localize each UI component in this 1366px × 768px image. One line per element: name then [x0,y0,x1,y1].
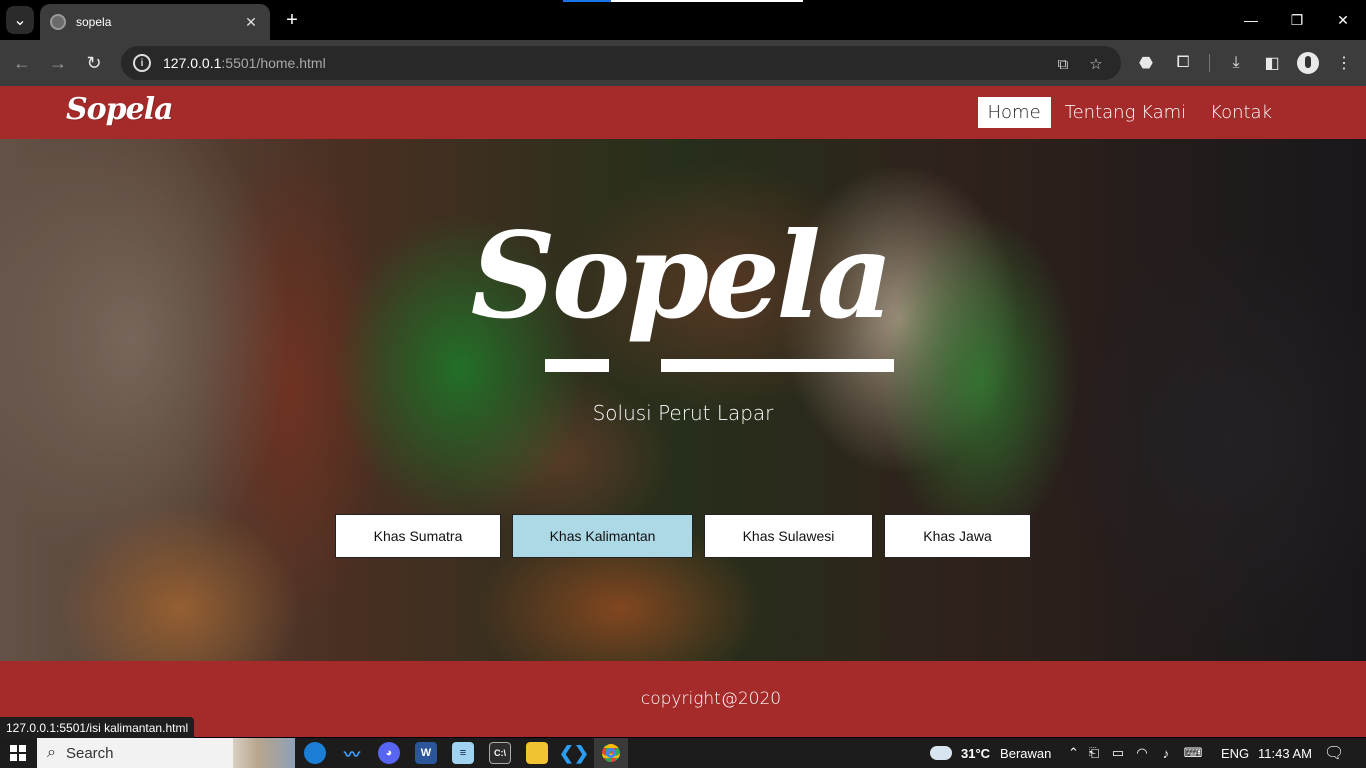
chrome-icon [602,744,620,762]
reload-button[interactable]: ↻ [82,51,106,75]
browser-toolbar: ← → ↻ i 127.0.0.1:5501/home.html ⧉ ☆ ⬣ ⧠… [0,40,1366,86]
minimize-button[interactable]: — [1239,8,1263,32]
translate-icon[interactable]: ⧉ [1053,54,1073,74]
nav-tentang-kami[interactable]: Tentang Kami [1055,97,1197,128]
vscode-icon[interactable]: ❮❯ [559,742,589,764]
nav-home[interactable]: Home [977,97,1051,128]
copyright-text: copyright@2020 [640,689,782,709]
back-button[interactable]: ← [10,51,34,75]
clock[interactable]: 11:43 AM [1258,738,1312,768]
chevron-up-icon[interactable]: ⌃ [1068,745,1082,761]
edge-icon[interactable] [304,742,326,764]
toolbar-separator [1209,54,1210,72]
url-text: 127.0.0.1:5501/home.html [163,55,326,71]
web-page: Sopela Home Tentang Kami Kontak Sopela S… [0,86,1366,737]
forward-button[interactable]: → [46,51,70,75]
browser-tab-strip: ⌄ sopela ✕ + — ❐ ✕ [0,0,1366,40]
address-bar[interactable]: i 127.0.0.1:5501/home.html ⧉ ☆ [121,46,1121,80]
file-explorer-icon[interactable] [526,742,548,764]
volume-icon[interactable]: ♪ [1154,746,1178,761]
weather-widget[interactable]: 31°C Berawan [926,738,1052,768]
language-indicator[interactable]: ENG [1221,738,1249,768]
side-panel-icon[interactable]: ◧ [1261,52,1283,74]
hero-underline-left [545,359,609,372]
battery-icon[interactable]: ▭ [1106,745,1130,761]
keyboard-icon[interactable]: ⌨ [1178,745,1208,761]
nav-kontak[interactable]: Kontak [1200,97,1282,128]
region-button-sumatra[interactable]: Khas Sumatra [335,514,501,558]
bookmark-star-icon[interactable]: ☆ [1086,54,1106,74]
tab-title: sopela [76,15,112,29]
cloudy-weather-icon [926,740,952,760]
site-header: Sopela Home Tentang Kami Kontak [0,86,1366,139]
discord-icon[interactable]: ◕ [378,742,400,764]
site-info-icon[interactable]: i [133,54,151,72]
notifications-icon[interactable]: 🗨 [1324,738,1344,768]
browser-tab[interactable]: sopela ✕ [40,4,270,40]
extension-puzzle-icon-1[interactable]: ⬣ [1135,52,1157,74]
menu-kebab-icon[interactable]: ⋮ [1333,52,1355,74]
close-window-button[interactable]: ✕ [1331,8,1355,32]
restore-button[interactable]: ❐ [1285,8,1309,32]
profile-avatar[interactable] [1297,52,1319,74]
new-tab-button[interactable]: + [280,8,304,32]
hero-underline-right [661,359,894,372]
hero-title: Sopela [470,206,894,345]
chrome-taskbar-button[interactable] [594,738,628,768]
windows-taskbar: ⌕ Search 〰 ◕ W ≡ C:\ ❮❯ 31°C Berawan ⌃ ⎗… [0,738,1366,768]
tab-loading-indicator [563,0,803,2]
site-footer: copyright@2020 [0,661,1366,737]
search-icon: ⌕ [47,744,56,761]
download-icon[interactable]: ⤓ [1225,52,1247,74]
region-button-sulawesi[interactable]: Khas Sulawesi [704,514,873,558]
word-icon[interactable]: W [415,742,437,764]
globe-icon [50,14,66,30]
site-logo[interactable]: Sopela [66,92,174,127]
taskbar-search[interactable]: ⌕ Search [37,738,295,768]
notepad-icon[interactable]: ≡ [452,742,474,764]
tray-icons: ⌃ ⎗ ▭ ◠ ♪ ⌨ [1068,738,1208,768]
wifi-icon[interactable]: ◠ [1130,745,1154,761]
extensions-icon[interactable]: ⧠ [1172,52,1194,74]
region-button-kalimantan[interactable]: Khas Kalimantan [512,514,693,558]
windows-start-icon[interactable] [10,745,26,761]
hero-subtitle: Solusi Perut Lapar [592,401,774,425]
search-highlight-image [233,738,295,768]
hero-banner: Sopela Solusi Perut Lapar Khas Sumatra K… [0,139,1366,661]
weather-description: Berawan [1000,745,1052,761]
taskbar-search-label: Search [65,744,114,762]
pulse-app-icon[interactable]: 〰 [341,742,363,764]
main-nav: Home Tentang Kami Kontak [974,97,1283,128]
weather-temperature: 31°C [961,745,991,761]
close-tab-icon[interactable]: ✕ [242,13,260,31]
terminal-icon[interactable]: C:\ [489,742,511,764]
usb-device-icon[interactable]: ⎗ [1082,745,1106,761]
tab-search-button[interactable]: ⌄ [6,6,34,34]
region-button-jawa[interactable]: Khas Jawa [884,514,1031,558]
link-status-bubble: 127.0.0.1:5501/isi kalimantan.html [0,717,195,738]
